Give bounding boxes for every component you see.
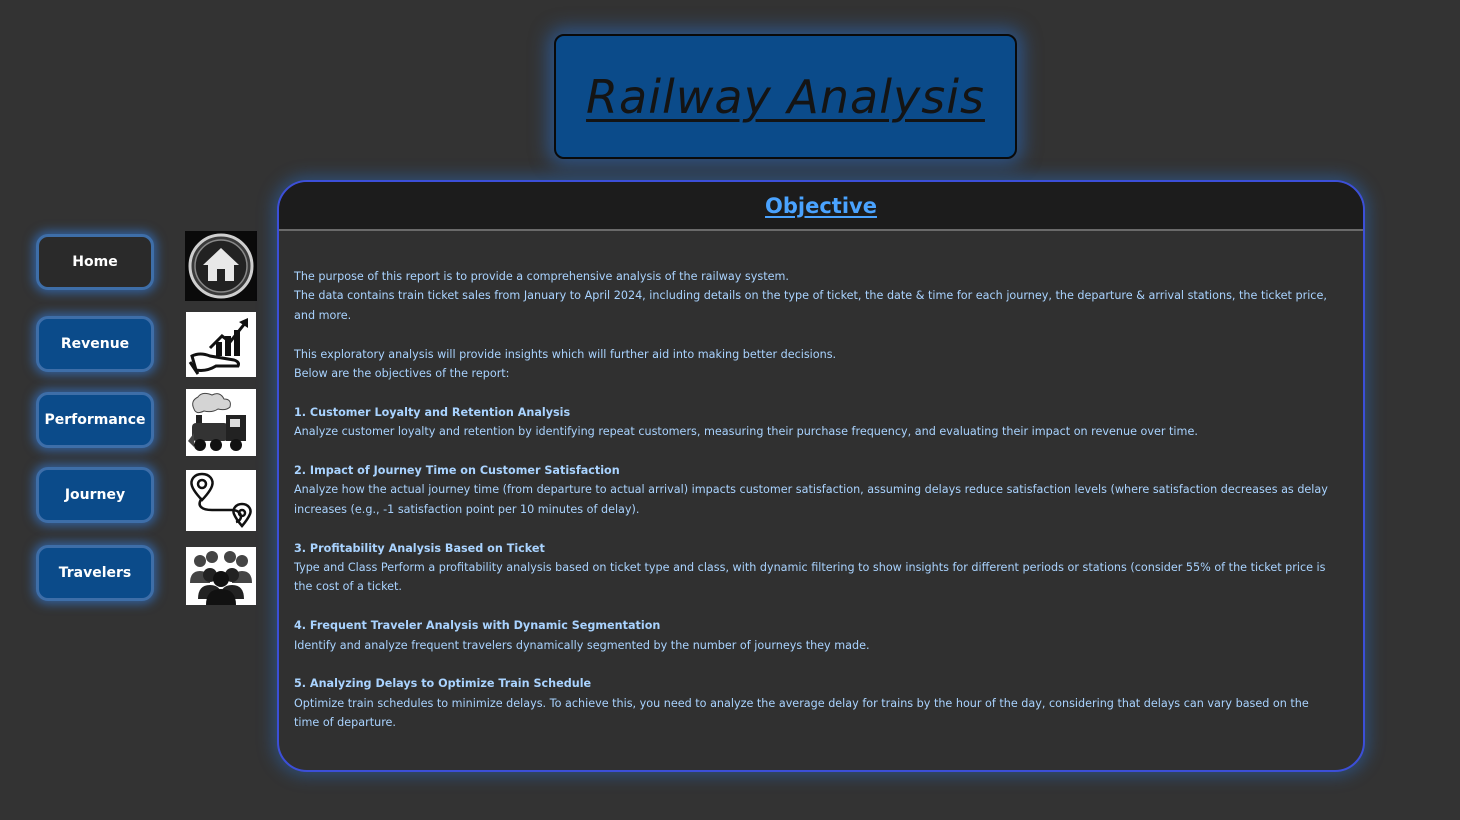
nav-revenue-label: Revenue xyxy=(60,336,130,352)
nav-performance-button[interactable]: Performance xyxy=(36,392,154,448)
objective-title: 4. Frequent Traveler Analysis with Dynam… xyxy=(294,619,661,633)
objective-text: Optimize train schedules to minimize del… xyxy=(294,696,1309,730)
objective-text: Analyze customer loyalty and retention b… xyxy=(294,425,1198,439)
lead-paragraph: This exploratory analysis will provide i… xyxy=(294,345,1335,384)
objective-item: 4. Frequent Traveler Analysis with Dynam… xyxy=(294,616,1335,655)
nav-journey-label: Journey xyxy=(64,487,126,503)
steam-train-icon[interactable] xyxy=(186,389,256,456)
objective-panel-header: Objective xyxy=(279,182,1363,231)
nav-revenue-button[interactable]: Revenue xyxy=(36,316,154,372)
objective-title: 2. Impact of Journey Time on Customer Sa… xyxy=(294,464,620,478)
intro-paragraph: The purpose of this report is to provide… xyxy=(294,267,1335,325)
people-group-icon[interactable] xyxy=(186,547,256,605)
intro-line: The purpose of this report is to provide… xyxy=(294,270,789,283)
objective-body: The purpose of this report is to provide… xyxy=(279,231,1363,733)
nav-home-label: Home xyxy=(72,254,118,270)
objective-text: Identify and analyze frequent travelers … xyxy=(294,638,870,652)
objective-title: 1. Customer Loyalty and Retention Analys… xyxy=(294,405,571,419)
objective-panel: Objective The purpose of this report is … xyxy=(277,180,1365,772)
lead-line: This exploratory analysis will provide i… xyxy=(294,347,837,361)
objective-text: Type and Class Perform a profitability a… xyxy=(294,561,1326,594)
nav-journey-button[interactable]: Journey xyxy=(36,467,154,523)
page-title: Railway Analysis xyxy=(586,69,985,124)
objective-item: 2. Impact of Journey Time on Customer Sa… xyxy=(294,461,1335,519)
nav-home-button[interactable]: Home xyxy=(36,234,154,290)
intro-line: The data contains train ticket sales fro… xyxy=(294,289,1327,322)
objective-item: 1. Customer Loyalty and Retention Analys… xyxy=(294,403,1335,442)
nav-performance-label: Performance xyxy=(44,412,146,428)
nav-travelers-button[interactable]: Travelers xyxy=(36,545,154,601)
route-pins-icon[interactable] xyxy=(186,470,256,531)
lead-line: Below are the objectives of the report: xyxy=(294,367,510,381)
objective-text: Analyze how the actual journey time (fro… xyxy=(294,483,1328,516)
objective-heading: Objective xyxy=(765,193,877,218)
objective-title: 3. Profitability Analysis Based on Ticke… xyxy=(294,541,545,555)
home-icon[interactable] xyxy=(185,231,257,301)
objective-title: 5. Analyzing Delays to Optimize Train Sc… xyxy=(294,677,592,691)
nav-travelers-label: Travelers xyxy=(58,565,132,581)
title-banner: Railway Analysis xyxy=(554,34,1017,159)
objective-item: 5. Analyzing Delays to Optimize Train Sc… xyxy=(294,674,1335,732)
objective-item: 3. Profitability Analysis Based on Ticke… xyxy=(294,539,1335,597)
revenue-growth-icon[interactable] xyxy=(186,312,256,377)
